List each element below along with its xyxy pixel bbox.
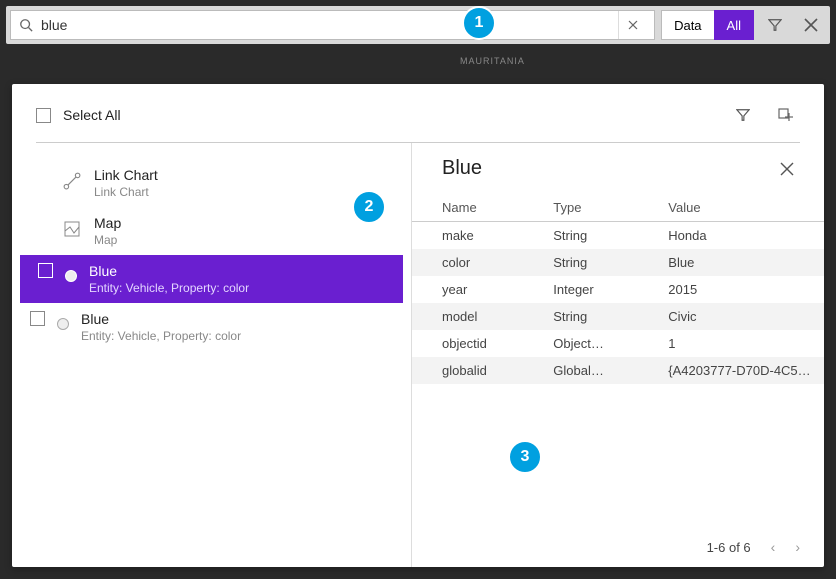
pager-text: 1-6 of 6 — [707, 540, 751, 555]
map-icon — [62, 219, 82, 239]
table-row[interactable]: modelStringCivic — [412, 303, 824, 330]
pager-prev[interactable]: ‹ — [771, 539, 776, 555]
result-blue-selected[interactable]: Blue Entity: Vehicle, Property: color — [20, 255, 403, 303]
callout-badge-1: 1 — [462, 6, 496, 40]
cell-name: model — [412, 303, 533, 330]
panel-body: Link Chart Link Chart Map Map Blue En — [12, 143, 824, 567]
cell-type: Integer — [533, 276, 648, 303]
col-value: Value — [648, 194, 824, 222]
pager: 1-6 of 6 ‹ › — [707, 539, 800, 555]
entity-dot-icon — [57, 318, 69, 330]
results-panel: Select All Link Chart Link Chart — [12, 84, 824, 567]
toggle-data[interactable]: Data — [661, 10, 713, 40]
cell-value: 1 — [648, 330, 824, 357]
cell-name: objectid — [412, 330, 533, 357]
select-all-label: Select All — [63, 107, 121, 123]
panel-header: Select All — [12, 84, 824, 142]
table-row[interactable]: makeStringHonda — [412, 222, 824, 250]
result-checkbox[interactable] — [30, 311, 45, 326]
map-country-label: MAURITANIA — [460, 56, 525, 66]
pager-next[interactable]: › — [795, 539, 800, 555]
table-row[interactable]: colorStringBlue — [412, 249, 824, 276]
result-subtitle: Link Chart — [94, 185, 158, 199]
toggle-all[interactable]: All — [714, 10, 754, 40]
link-chart-icon — [62, 171, 82, 191]
result-subtitle: Entity: Vehicle, Property: color — [81, 329, 241, 343]
col-name: Name — [412, 194, 533, 222]
result-title: Blue — [81, 311, 241, 327]
result-checkbox[interactable] — [38, 263, 53, 278]
cell-name: year — [412, 276, 533, 303]
result-link-chart[interactable]: Link Chart Link Chart — [12, 159, 411, 207]
result-title: Link Chart — [94, 167, 158, 183]
cell-value: Blue — [648, 249, 824, 276]
cell-type: String — [533, 303, 648, 330]
search-icon — [19, 18, 33, 32]
search-input-wrap[interactable] — [10, 10, 655, 40]
properties-table: Name Type Value makeStringHondacolorStri… — [412, 194, 824, 384]
detail-title: Blue — [442, 157, 482, 180]
col-type: Type — [533, 194, 648, 222]
close-detail-button[interactable] — [780, 162, 794, 176]
cell-value: {A4203777-D70D-4C5C-9A65-C… — [648, 357, 824, 384]
entity-dot-icon — [65, 270, 77, 282]
table-row[interactable]: yearInteger2015 — [412, 276, 824, 303]
callout-badge-2: 2 — [352, 190, 386, 224]
result-title: Map — [94, 215, 121, 231]
panel-filter-button[interactable] — [728, 100, 758, 130]
cell-value: 2015 — [648, 276, 824, 303]
callout-badge-3: 3 — [508, 440, 542, 474]
table-row[interactable]: globalidGlobal…{A4203777-D70D-4C5C-9A65-… — [412, 357, 824, 384]
cell-name: color — [412, 249, 533, 276]
close-search-button[interactable] — [796, 10, 826, 40]
search-input[interactable] — [41, 17, 610, 33]
clear-search-button[interactable] — [618, 11, 646, 39]
cell-value: Civic — [648, 303, 824, 330]
cell-type: String — [533, 222, 648, 250]
cell-type: Object… — [533, 330, 648, 357]
table-row[interactable]: objectidObject…1 — [412, 330, 824, 357]
select-all-checkbox[interactable] — [36, 108, 51, 123]
result-subtitle: Map — [94, 233, 121, 247]
cell-name: globalid — [412, 357, 533, 384]
detail-pane: Blue Name Type Value makeStringHondacolo… — [412, 143, 824, 567]
cell-name: make — [412, 222, 533, 250]
cell-type: String — [533, 249, 648, 276]
result-title: Blue — [89, 263, 249, 279]
add-to-button[interactable] — [770, 100, 800, 130]
cell-value: Honda — [648, 222, 824, 250]
search-bar: Data All — [6, 6, 830, 44]
result-blue[interactable]: Blue Entity: Vehicle, Property: color — [12, 303, 411, 351]
search-scope-toggle: Data All — [661, 10, 754, 40]
filter-button[interactable] — [760, 10, 790, 40]
cell-type: Global… — [533, 357, 648, 384]
result-map[interactable]: Map Map — [12, 207, 411, 255]
result-subtitle: Entity: Vehicle, Property: color — [89, 281, 249, 295]
